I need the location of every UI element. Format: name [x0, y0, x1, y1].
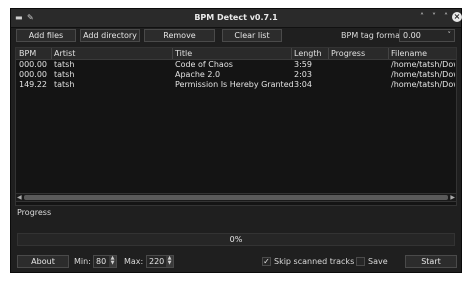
table-header: BPM Artist Title Length Progress Filenam…: [16, 48, 456, 60]
cell-filename: /home/tatsh/Downlo: [391, 70, 455, 79]
skip-scanned-label: Skip scanned tracks: [274, 257, 355, 266]
cell-title: Apache 2.0: [175, 70, 221, 79]
skip-scanned-checkbox[interactable]: ✓: [262, 257, 271, 266]
window-title: BPM Detect v0.7.1: [194, 13, 278, 22]
cell-artist: tatsh: [54, 60, 75, 69]
table-row[interactable]: 000.00 tatsh Apache 2.0 2:03 /home/tatsh…: [16, 70, 456, 80]
app-window: ▬ ✎ BPM Detect v0.7.1 ˄ ˅ ˄ × Add files …: [10, 8, 462, 273]
cell-length: 2:03: [294, 70, 312, 79]
column-header-title[interactable]: Title: [175, 49, 192, 58]
column-header-filename[interactable]: Filename: [391, 49, 427, 58]
min-bpm-value: 80: [96, 257, 107, 266]
add-files-button[interactable]: Add files: [16, 29, 76, 42]
spin-arrows-icon[interactable]: ▲ ▼: [166, 256, 173, 267]
column-divider[interactable]: [51, 48, 52, 59]
horizontal-scrollbar[interactable]: ◀ ▶: [15, 193, 457, 202]
scroll-right-icon[interactable]: ▶: [450, 194, 455, 201]
progress-text: 0%: [229, 235, 243, 244]
min-bpm-spinbox[interactable]: 80 ▲ ▼: [93, 255, 117, 268]
add-directory-button[interactable]: Add directory: [80, 29, 140, 42]
column-divider[interactable]: [328, 48, 329, 59]
cell-title: Permission Is Hereby Granted: [175, 80, 294, 89]
start-button[interactable]: Start: [405, 255, 457, 268]
progress-bar: 0%: [17, 233, 455, 246]
title-bar: ▬ ✎ BPM Detect v0.7.1 ˄ ˅ ˄ ×: [11, 9, 462, 28]
column-header-progress[interactable]: Progress: [331, 49, 365, 58]
max-bpm-spinbox[interactable]: 220 ▲ ▼: [146, 255, 174, 268]
maximize-icon[interactable]: ˄: [441, 12, 451, 22]
scroll-left-icon[interactable]: ◀: [17, 194, 22, 201]
minimize-icon[interactable]: ˅: [429, 12, 439, 22]
column-header-bpm[interactable]: BPM: [19, 49, 36, 58]
column-divider[interactable]: [388, 48, 389, 59]
table-row[interactable]: 000.00 tatsh Code of Chaos 3:59 /home/ta…: [16, 60, 456, 70]
save-checkbox[interactable]: [356, 257, 365, 266]
column-divider[interactable]: [291, 48, 292, 59]
cell-filename: /home/tatsh/Downlo: [391, 60, 455, 69]
cell-filename: /home/tatsh/Downlo: [391, 80, 455, 89]
cell-title: Code of Chaos: [175, 60, 233, 69]
cell-bpm: 000.00: [19, 70, 47, 79]
progress-label: Progress: [17, 208, 52, 217]
bpm-tag-format-label: BPM tag format:: [341, 31, 406, 40]
remove-button[interactable]: Remove: [144, 29, 215, 42]
cell-artist: tatsh: [54, 70, 75, 79]
bpm-tag-format-select[interactable]: 0.00 ˅: [399, 29, 455, 42]
cell-bpm: 000.00: [19, 60, 47, 69]
about-button[interactable]: About: [17, 255, 69, 268]
tracks-table[interactable]: BPM Artist Title Length Progress Filenam…: [15, 47, 457, 206]
chevron-down-icon: ˅: [447, 31, 452, 39]
clear-list-button[interactable]: Clear list: [222, 29, 282, 42]
table-row[interactable]: 149.22 tatsh Permission Is Hereby Grante…: [16, 80, 456, 90]
close-icon[interactable]: ×: [452, 12, 462, 22]
column-header-artist[interactable]: Artist: [54, 49, 75, 58]
keep-above-icon[interactable]: ˄: [417, 12, 427, 22]
cell-length: 3:04: [294, 80, 312, 89]
save-label: Save: [368, 257, 388, 266]
min-label: Min:: [74, 257, 91, 266]
column-header-length[interactable]: Length: [294, 49, 322, 58]
cell-bpm: 149.22: [19, 80, 47, 89]
column-divider[interactable]: [172, 48, 173, 59]
scrollbar-thumb[interactable]: [24, 195, 448, 200]
check-icon: ✓: [263, 257, 270, 266]
max-label: Max:: [124, 257, 144, 266]
cell-artist: tatsh: [54, 80, 75, 89]
spin-arrows-icon[interactable]: ▲ ▼: [109, 256, 116, 267]
cell-length: 3:59: [294, 60, 312, 69]
bpm-tag-format-value: 0.00: [403, 31, 421, 40]
max-bpm-value: 220: [149, 257, 165, 266]
